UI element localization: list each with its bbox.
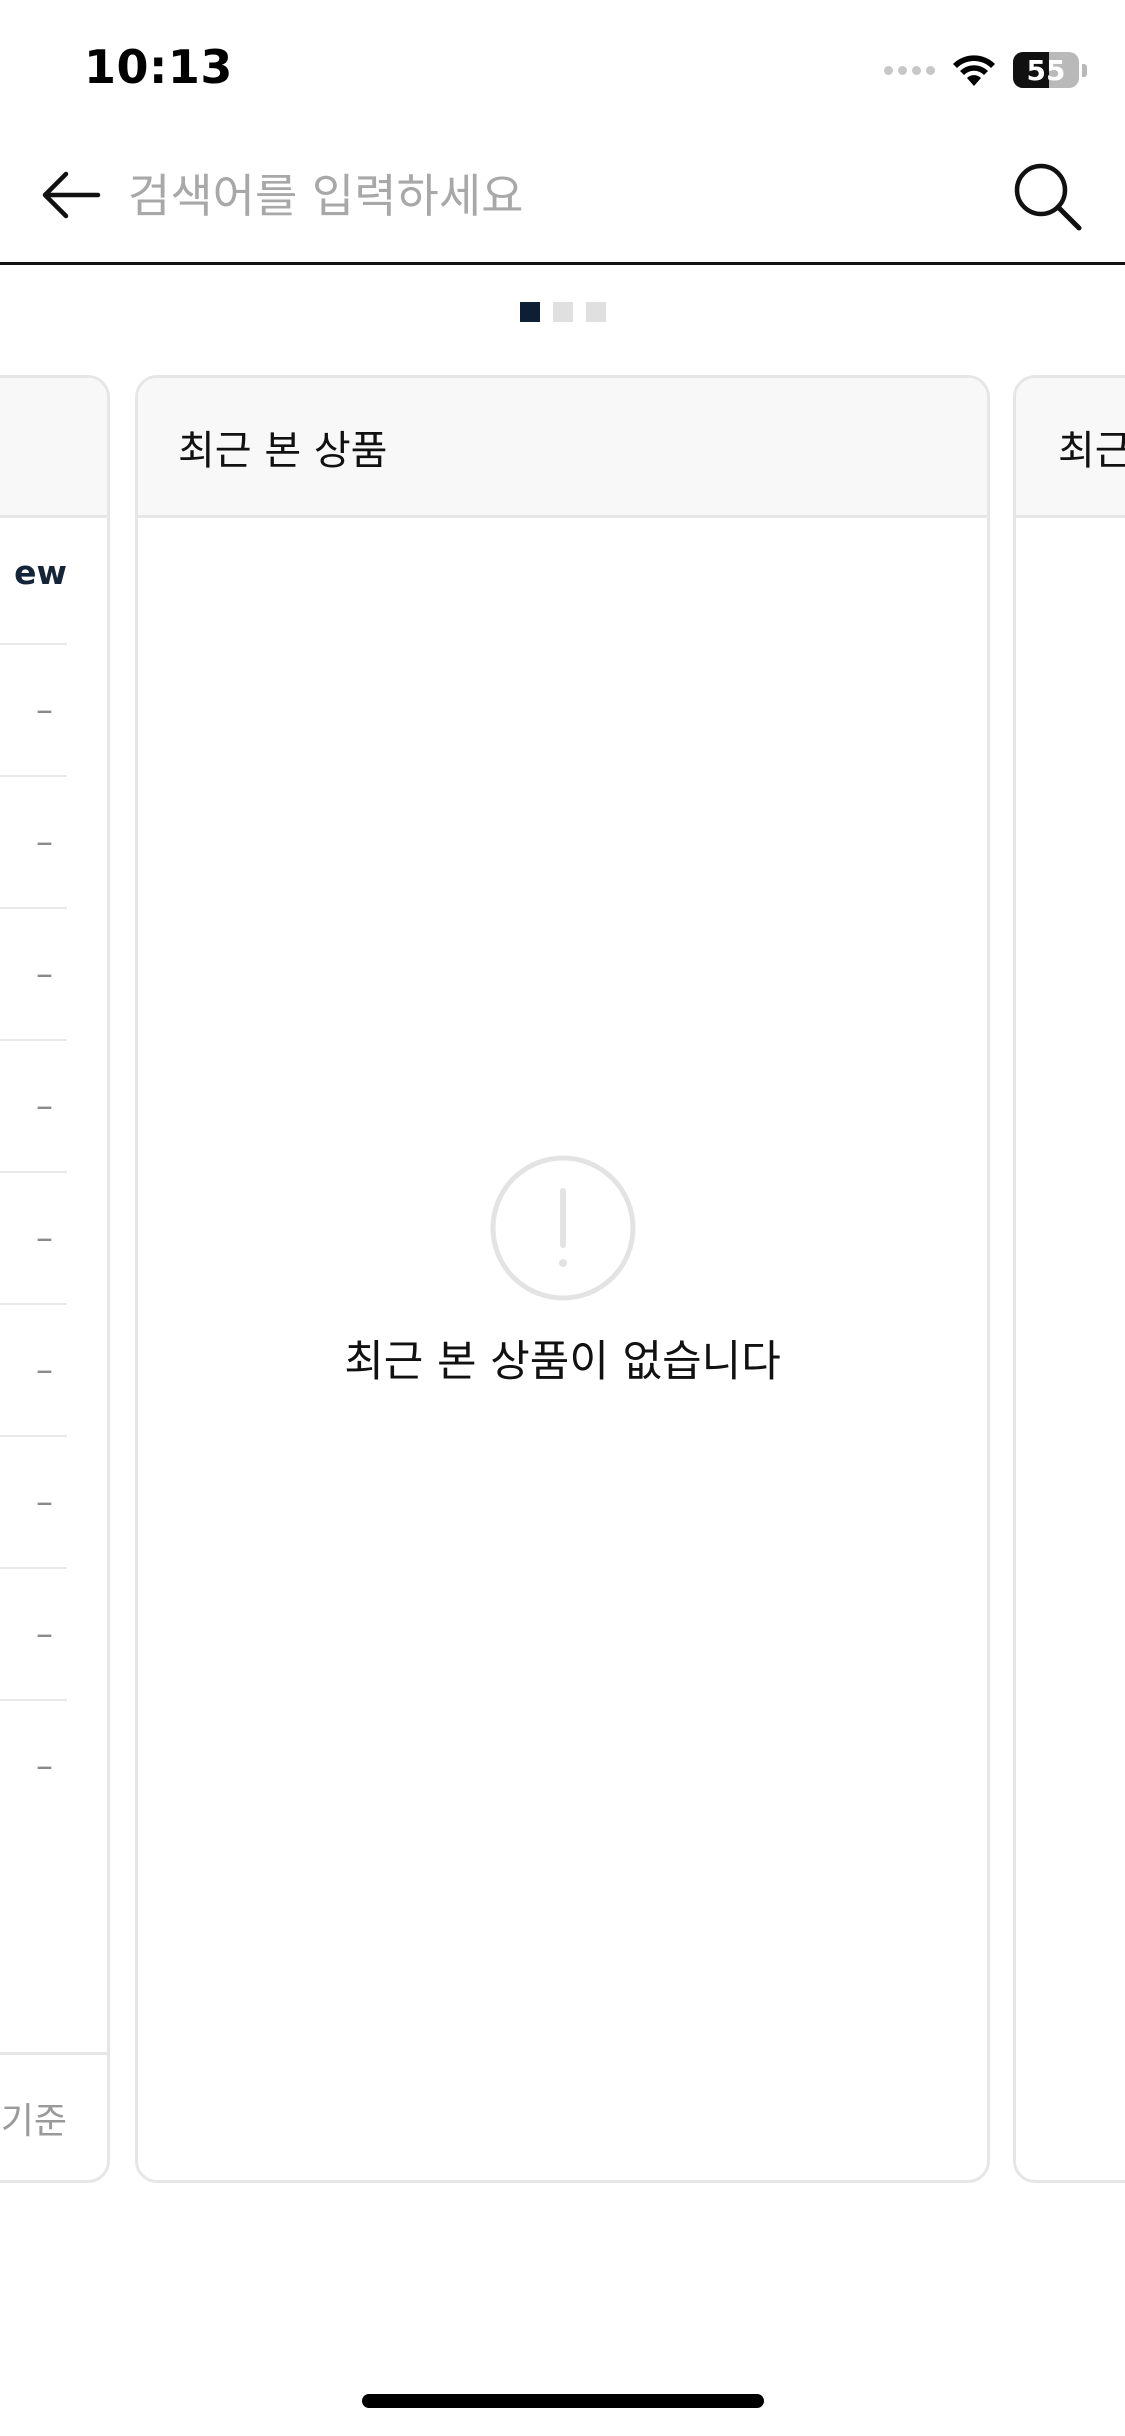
table-row: – — [0, 1171, 67, 1303]
screen: 10:13 55 검색어를 입력하세요 ew – – – – – – – – –… — [0, 0, 1125, 2436]
status-icons: 55 — [884, 50, 1087, 90]
card-next-title: 최근 — [1016, 378, 1125, 518]
battery-level: 55 — [1026, 53, 1066, 87]
back-button[interactable] — [36, 160, 106, 230]
table-row: – — [0, 907, 67, 1039]
table-row: – — [0, 775, 67, 907]
search-icon — [1014, 163, 1082, 231]
table-row: – — [0, 1567, 67, 1699]
search-button[interactable] — [1009, 158, 1085, 234]
column-header: ew — [14, 553, 67, 592]
arrow-left-icon — [42, 171, 101, 219]
page-dot-1[interactable] — [519, 302, 540, 322]
card-previous[interactable]: ew – – – – – – – – – 기준 — [0, 375, 110, 2183]
cellular-signal-icon — [884, 65, 935, 75]
page-indicator — [0, 302, 1125, 322]
search-input[interactable] — [128, 158, 988, 234]
home-indicator — [362, 2394, 764, 2408]
table-row: – — [0, 1699, 67, 1831]
table-row: – — [0, 1039, 67, 1171]
table-row: – — [0, 1435, 67, 1567]
search-header — [0, 140, 1125, 265]
card-recently-viewed: 최근 본 상품 최근 본 상품이 없습니다 — [135, 375, 990, 2183]
card-previous-footer: 기준 — [0, 2052, 107, 2180]
exclamation-circle-icon — [490, 1155, 635, 1301]
table-row: – — [0, 643, 67, 775]
battery-icon: 55 — [1013, 52, 1079, 88]
card-next[interactable]: 최근 — [1013, 375, 1125, 2183]
battery-cap — [1082, 63, 1087, 77]
card-title: 최근 본 상품 — [138, 378, 987, 518]
empty-message: 최근 본 상품이 없습니다 — [344, 1337, 781, 1387]
status-time: 10:13 — [84, 40, 233, 94]
card-previous-rows: – – – – – – – – – — [0, 643, 67, 1831]
empty-state: 최근 본 상품이 없습니다 — [138, 1153, 987, 1389]
table-row: – — [0, 1303, 67, 1435]
wifi-icon — [953, 55, 995, 86]
page-dot-3[interactable] — [585, 302, 606, 322]
card-previous-header — [0, 378, 107, 518]
page-dot-2[interactable] — [552, 302, 573, 322]
